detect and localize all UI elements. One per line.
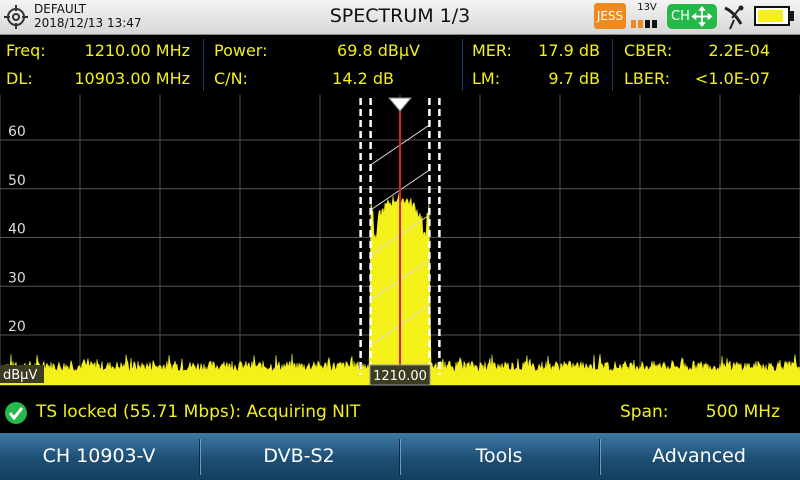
- unit-label-group: dBµV: [0, 365, 44, 383]
- battery-level: [758, 10, 784, 22]
- standard-button[interactable]: DVB-S2: [200, 433, 398, 480]
- lnb-voltage-indicator: 13V: [630, 2, 664, 32]
- measurement-panel: Freq: 1210.00 MHz DL: 10903.00 MHz Power…: [0, 35, 800, 95]
- y-tick-label: 40: [8, 222, 26, 238]
- freq-label: Freq:: [6, 41, 46, 60]
- cber-label: CBER:: [624, 41, 673, 60]
- y-tick-label: 30: [8, 270, 26, 286]
- satellite-icon: [724, 5, 744, 30]
- battery-tip: [790, 11, 794, 21]
- unit-label: dBµV: [3, 368, 37, 383]
- jess-badge: JESS: [594, 3, 626, 29]
- mer-value: 17.9 dB: [538, 41, 600, 60]
- battery-indicator: [754, 6, 790, 26]
- check-icon: [5, 402, 27, 424]
- softkey-bar: CH 10903-V DVB-S2 Tools Advanced: [0, 433, 800, 480]
- divider: [612, 39, 613, 91]
- span-value: 500 MHz: [705, 402, 780, 422]
- status-bar: TS locked (55.71 Mbps): Acquiring NIT Sp…: [0, 397, 800, 431]
- y-tick-label: 20: [8, 319, 26, 335]
- marker-triangle-icon: [387, 97, 413, 112]
- y-tick-label: 60: [8, 124, 26, 140]
- move-arrows-icon: [691, 6, 713, 27]
- voltage-bar: [631, 20, 636, 28]
- y-tick-label: 50: [8, 173, 26, 189]
- dl-label: DL:: [6, 69, 33, 88]
- channel-mode-button[interactable]: CH: [667, 4, 717, 29]
- lock-status-text: TS locked (55.71 Mbps): Acquiring NIT: [36, 402, 361, 422]
- lm-value: 9.7 dB: [548, 69, 600, 88]
- cn-value: 14.2 dB: [332, 69, 394, 88]
- lber-label: LBER:: [624, 69, 671, 88]
- mer-label: MER:: [472, 41, 512, 60]
- advanced-button[interactable]: Advanced: [600, 433, 798, 480]
- tools-button[interactable]: Tools: [400, 433, 598, 480]
- spectrum-plot[interactable]: 60 50 40 30 20 1210.00 dBµV: [0, 95, 800, 400]
- power-value: 69.8 dBµV: [337, 41, 420, 60]
- ch-badge-label: CH: [671, 9, 690, 24]
- voltage-bar: [645, 20, 650, 28]
- dl-value: 10903.00 MHz: [74, 69, 190, 88]
- freq-value: 1210.00 MHz: [84, 41, 190, 60]
- marker-frequency-label: 1210.00: [373, 369, 427, 384]
- voltage-bar: [652, 20, 657, 28]
- y-axis-ticks: 60 50 40 30 20: [8, 124, 26, 335]
- power-label: Power:: [214, 41, 268, 60]
- top-bar: DEFAULT 2018/12/13 13:47 SPECTRUM 1/3 JE…: [0, 0, 800, 35]
- channel-button[interactable]: CH 10903-V: [0, 433, 198, 480]
- cber-value: 2.2E-04: [708, 41, 770, 60]
- lber-value: <1.0E-07: [694, 69, 770, 88]
- voltage-bar: [638, 20, 643, 28]
- divider: [462, 39, 463, 91]
- lm-label: LM:: [472, 69, 501, 88]
- cn-label: C/N:: [214, 69, 248, 88]
- voltage-label: 13V: [637, 2, 657, 13]
- divider: [203, 39, 204, 91]
- marker-readout: 1210.00: [369, 364, 431, 386]
- span-label: Span:: [620, 402, 669, 422]
